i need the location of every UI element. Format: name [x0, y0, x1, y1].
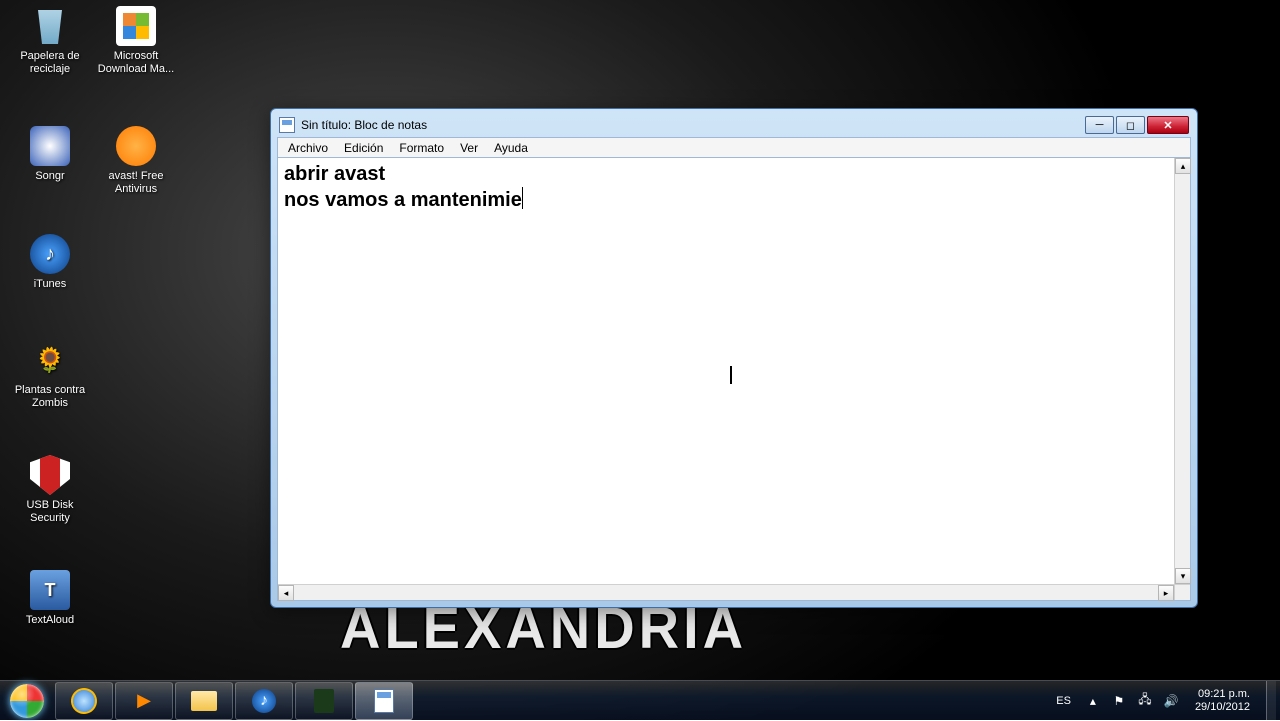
- desktop[interactable]: ALEXANDRIA Papelera de reciclaje Microso…: [0, 0, 1280, 720]
- taskbar-item-unknown[interactable]: [295, 682, 353, 720]
- editor-line: abrir avast: [284, 163, 385, 185]
- editor-container: abrir avast nos vamos a mantenimie ▴ ▾ ◂…: [277, 157, 1191, 601]
- desktop-icon-label: TextAloud: [26, 614, 74, 626]
- desktop-icon-itunes[interactable]: ♪ iTunes: [6, 234, 94, 291]
- minimize-button[interactable]: ─: [1085, 116, 1114, 134]
- start-button[interactable]: [0, 681, 54, 721]
- text-editor[interactable]: abrir avast nos vamos a mantenimie: [278, 158, 1174, 584]
- play-icon: ▶: [137, 690, 151, 711]
- ibeam-cursor-icon: [730, 366, 732, 384]
- desktop-icon-label: Songr: [35, 170, 64, 182]
- desktop-icon-usb-security[interactable]: USB Disk Security: [6, 455, 94, 525]
- window-title: Sin título: Bloc de notas: [301, 118, 427, 132]
- minimize-icon: ─: [1096, 119, 1104, 131]
- language-indicator[interactable]: ES: [1052, 693, 1075, 709]
- close-icon: ✕: [1163, 119, 1172, 132]
- shield-icon: [30, 455, 70, 495]
- maximize-icon: ◻: [1126, 119, 1135, 132]
- desktop-icon-recycle-bin[interactable]: Papelera de reciclaje: [6, 6, 94, 76]
- taskbar: ▶ ♪ ES ▴ ⚑ 🖧 🔊 09:21 p.m. 29/10/2012: [0, 680, 1280, 720]
- taskbar-item-explorer[interactable]: [175, 682, 233, 720]
- system-tray: ES ▴ ⚑ 🖧 🔊 09:21 p.m. 29/10/2012: [1052, 681, 1280, 721]
- desktop-icon-avast[interactable]: avast! Free Antivirus: [92, 126, 180, 196]
- desktop-icon-label: Plantas contra Zombis: [15, 384, 85, 409]
- show-desktop-button[interactable]: [1266, 681, 1276, 721]
- desktop-icon-ms-download[interactable]: Microsoft Download Ma...: [92, 6, 180, 76]
- flag-icon[interactable]: ⚑: [1111, 693, 1127, 709]
- notepad-icon: [374, 689, 394, 713]
- taskbar-item-media[interactable]: ▶: [115, 682, 173, 720]
- clock[interactable]: 09:21 p.m. 29/10/2012: [1189, 688, 1256, 714]
- recycle-bin-icon: [30, 6, 70, 46]
- editor-line: nos vamos a mantenimie: [284, 189, 522, 211]
- taskbar-item-ie[interactable]: [55, 682, 113, 720]
- pvz-icon: 🌻: [30, 340, 70, 380]
- menu-file[interactable]: Archivo: [282, 140, 334, 156]
- desktop-icon-label: USB Disk Security: [26, 499, 73, 524]
- menu-edit[interactable]: Edición: [338, 140, 389, 156]
- avast-icon: [116, 126, 156, 166]
- volume-icon[interactable]: 🔊: [1163, 693, 1179, 709]
- notepad-window[interactable]: Sin título: Bloc de notas ─ ◻ ✕ Archivo …: [270, 108, 1198, 608]
- maximize-button[interactable]: ◻: [1116, 116, 1145, 134]
- menu-view[interactable]: Ver: [454, 140, 484, 156]
- scroll-left-arrow-icon[interactable]: ◂: [278, 585, 294, 601]
- desktop-icon-label: Papelera de reciclaje: [20, 50, 79, 75]
- desktop-icon-label: Microsoft Download Ma...: [98, 50, 174, 75]
- resize-grip[interactable]: [1174, 584, 1190, 600]
- menubar: Archivo Edición Formato Ver Ayuda: [277, 137, 1191, 157]
- songr-icon: [30, 126, 70, 166]
- desktop-icon-label: avast! Free Antivirus: [108, 170, 163, 195]
- taskbar-item-itunes[interactable]: ♪: [235, 682, 293, 720]
- taskbar-item-notepad[interactable]: [355, 682, 413, 720]
- desktop-icon-label: iTunes: [34, 278, 67, 290]
- ms-download-icon: [116, 6, 156, 46]
- folder-icon: [191, 691, 217, 711]
- vertical-scrollbar[interactable]: ▴ ▾: [1174, 158, 1190, 584]
- desktop-icon-textaloud[interactable]: T TextAloud: [6, 570, 94, 627]
- network-icon[interactable]: 🖧: [1137, 693, 1153, 709]
- menu-help[interactable]: Ayuda: [488, 140, 534, 156]
- scroll-right-arrow-icon[interactable]: ▸: [1158, 585, 1174, 601]
- itunes-icon: ♪: [252, 689, 276, 713]
- desktop-icon-pvz[interactable]: 🌻 Plantas contra Zombis: [6, 340, 94, 410]
- horizontal-scrollbar[interactable]: ◂ ▸: [278, 584, 1174, 600]
- notepad-app-icon: [279, 117, 295, 133]
- clock-date: 29/10/2012: [1195, 701, 1250, 714]
- menu-format[interactable]: Formato: [393, 140, 450, 156]
- windows-orb-icon: [10, 684, 44, 718]
- desktop-icon-songr[interactable]: Songr: [6, 126, 94, 183]
- itunes-icon: ♪: [30, 234, 70, 274]
- app-icon: [314, 689, 334, 713]
- ie-icon: [68, 685, 100, 717]
- textaloud-icon: T: [30, 570, 70, 610]
- scroll-up-arrow-icon[interactable]: ▴: [1175, 158, 1191, 174]
- close-button[interactable]: ✕: [1147, 116, 1189, 134]
- scroll-down-arrow-icon[interactable]: ▾: [1175, 568, 1191, 584]
- titlebar[interactable]: Sin título: Bloc de notas ─ ◻ ✕: [277, 115, 1191, 137]
- text-caret: [522, 187, 523, 209]
- tray-chevron-icon[interactable]: ▴: [1085, 693, 1101, 709]
- clock-time: 09:21 p.m.: [1195, 688, 1250, 701]
